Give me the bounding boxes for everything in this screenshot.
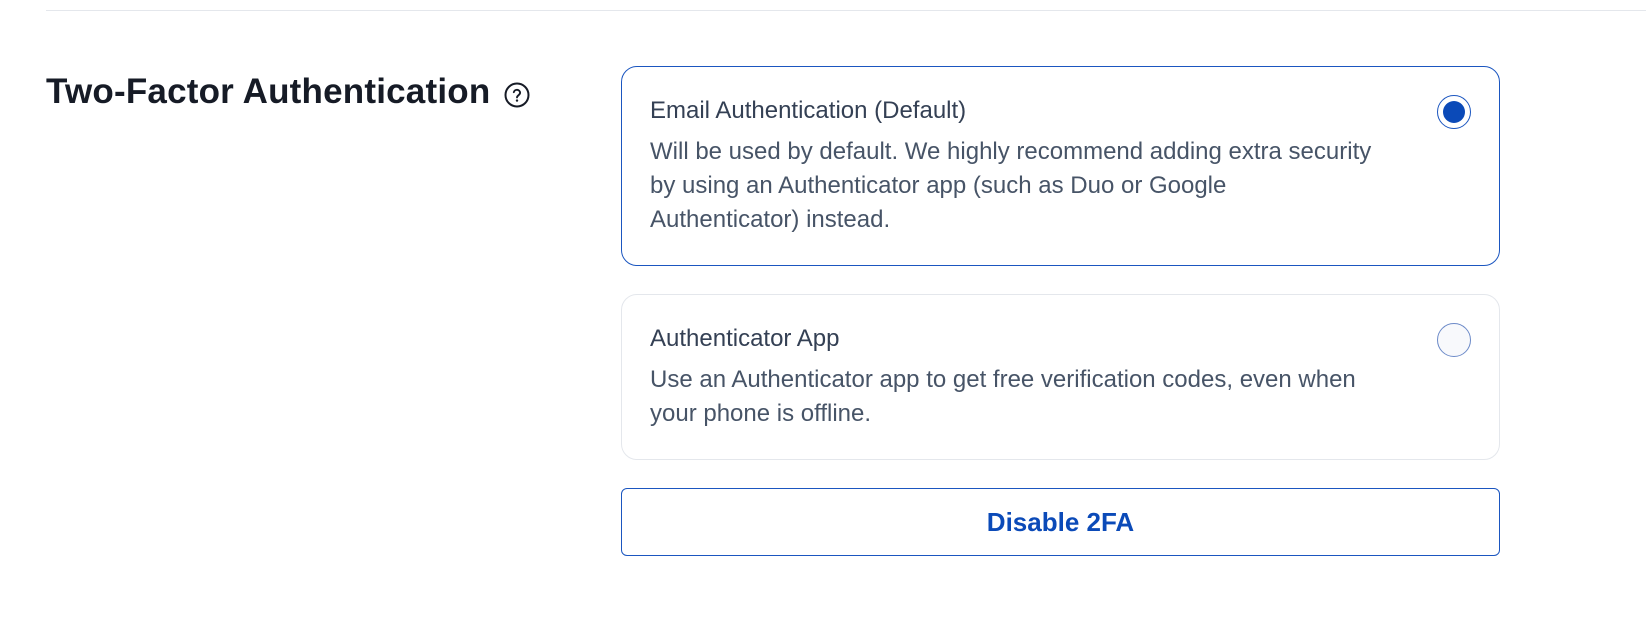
section-title: Two-Factor Authentication	[46, 72, 491, 111]
top-divider	[46, 10, 1646, 11]
two-factor-options: Email Authentication (Default) Will be u…	[621, 66, 1500, 556]
option-description: Will be used by default. We highly recom…	[650, 138, 1372, 233]
radio-authenticator-app[interactable]	[1437, 323, 1471, 357]
radio-email-authentication[interactable]	[1437, 95, 1471, 129]
question-circle-icon[interactable]	[504, 82, 530, 108]
option-title: Authenticator App	[650, 325, 840, 352]
section-header: Two-Factor Authentication	[46, 70, 530, 114]
option-description: Use an Authenticator app to get free ver…	[650, 366, 1356, 427]
disable-2fa-button[interactable]: Disable 2FA	[621, 488, 1500, 556]
option-title: Email Authentication (Default)	[650, 97, 967, 124]
radio-selected-dot	[1443, 101, 1465, 123]
option-email-authentication[interactable]: Email Authentication (Default) Will be u…	[621, 66, 1500, 266]
option-authenticator-app[interactable]: Authenticator App Use an Authenticator a…	[621, 294, 1500, 460]
